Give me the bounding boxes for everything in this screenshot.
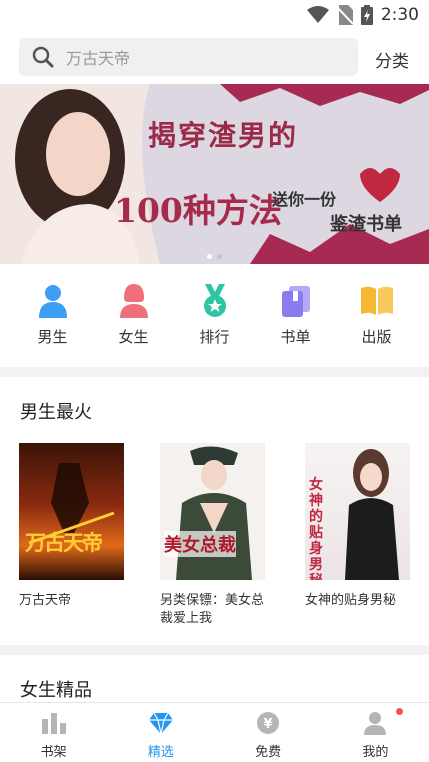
cover-title: 女神的贴身男秘 bbox=[309, 477, 323, 580]
banner-headline-1: 揭穿渣男的 bbox=[148, 119, 299, 152]
status-time: 2:30 bbox=[380, 5, 419, 25]
published-book-icon bbox=[360, 286, 393, 315]
book-cover: 美女总裁 bbox=[160, 443, 265, 580]
category-button[interactable]: 分类 bbox=[375, 47, 409, 72]
female-pick-section: 女生精品 bbox=[0, 655, 429, 702]
tab-free[interactable]: ¥ 免费 bbox=[228, 703, 308, 762]
yuan-coin-icon: ¥ bbox=[257, 712, 280, 734]
nav-item-published[interactable]: 出版 bbox=[347, 264, 407, 367]
search-input[interactable]: 万古天帝 bbox=[19, 38, 358, 76]
female-icon bbox=[119, 284, 148, 318]
tab-label: 书架 bbox=[40, 745, 67, 760]
promo-banner[interactable]: 揭穿渣男的 100种方法 送你一份 鉴渣书单 bbox=[0, 84, 429, 264]
book-title: 万古天帝 bbox=[19, 593, 72, 608]
tab-bookshelf[interactable]: 书架 bbox=[14, 703, 94, 762]
tab-label: 我的 bbox=[362, 745, 389, 760]
wifi-icon bbox=[306, 6, 329, 23]
cover-art bbox=[28, 463, 115, 545]
book-card[interactable]: 女神的贴身男秘 女神的贴身男秘 bbox=[305, 443, 415, 610]
male-hot-section: 男生最火 万古天帝 万古天帝 美女总裁 另类保镖：美女总裁爱上我 女神的贴身男 … bbox=[0, 377, 429, 645]
booklist-icon bbox=[281, 286, 310, 317]
tab-label: 精选 bbox=[147, 745, 174, 760]
profile-icon bbox=[364, 712, 387, 735]
book-title: 女神的贴身男秘 bbox=[305, 593, 397, 608]
banner-dot-active[interactable] bbox=[207, 254, 212, 259]
male-icon bbox=[38, 285, 67, 318]
cover-art bbox=[176, 446, 252, 580]
svg-text:¥: ¥ bbox=[264, 717, 273, 732]
book-card[interactable]: 万古天帝 万古天帝 bbox=[19, 443, 129, 610]
book-cover: 女神的贴身男秘 bbox=[305, 443, 410, 580]
banner-dot[interactable] bbox=[217, 254, 222, 259]
search-row: 万古天帝 分类 bbox=[0, 32, 429, 84]
diamond-icon bbox=[148, 712, 173, 735]
search-icon bbox=[32, 46, 54, 68]
tab-label: 免费 bbox=[255, 745, 282, 760]
nav-label-male: 男生 bbox=[37, 328, 68, 346]
tab-profile[interactable]: 我的 bbox=[335, 703, 415, 762]
nav-item-female[interactable]: 女生 bbox=[104, 264, 164, 367]
tab-featured[interactable]: 精选 bbox=[121, 703, 201, 762]
book-title: 另类保镖：美女总裁爱上我 bbox=[160, 593, 265, 626]
cover-title: 美女总裁 bbox=[164, 531, 236, 557]
banner-art bbox=[0, 84, 429, 264]
nav-label-female: 女生 bbox=[118, 328, 149, 346]
banner-subline-2: 鉴渣书单 bbox=[330, 214, 402, 235]
category-nav: 男生 女生 排行 书单 出版 bbox=[0, 264, 429, 367]
book-cover: 万古天帝 bbox=[19, 443, 124, 580]
nav-label-published: 出版 bbox=[361, 328, 392, 346]
nav-item-booklist[interactable]: 书单 bbox=[266, 264, 326, 367]
ranking-medal-icon bbox=[203, 284, 226, 317]
banner-headline-2: 100种方法 bbox=[114, 191, 282, 230]
nav-label-ranking: 排行 bbox=[199, 328, 230, 346]
search-placeholder: 万古天帝 bbox=[66, 49, 131, 68]
section-title: 男生最火 bbox=[20, 402, 92, 423]
cover-title: 万古天帝 bbox=[25, 530, 103, 555]
no-sim-icon bbox=[336, 5, 353, 25]
battery-charging-icon bbox=[360, 5, 373, 25]
bookshelf-icon bbox=[41, 713, 66, 734]
section-title: 女生精品 bbox=[20, 680, 92, 701]
book-card[interactable]: 美女总裁 另类保镖：美女总裁爱上我 bbox=[160, 443, 270, 628]
nav-item-ranking[interactable]: 排行 bbox=[185, 264, 245, 367]
nav-item-male[interactable]: 男生 bbox=[23, 264, 83, 367]
banner-subline-1: 送你一份 bbox=[272, 190, 337, 209]
notification-badge bbox=[396, 708, 404, 715]
nav-label-booklist: 书单 bbox=[280, 328, 311, 346]
bottom-tab-bar: 书架 精选 ¥ 免费 我的 bbox=[0, 702, 429, 762]
status-bar: 2:30 bbox=[0, 0, 429, 32]
